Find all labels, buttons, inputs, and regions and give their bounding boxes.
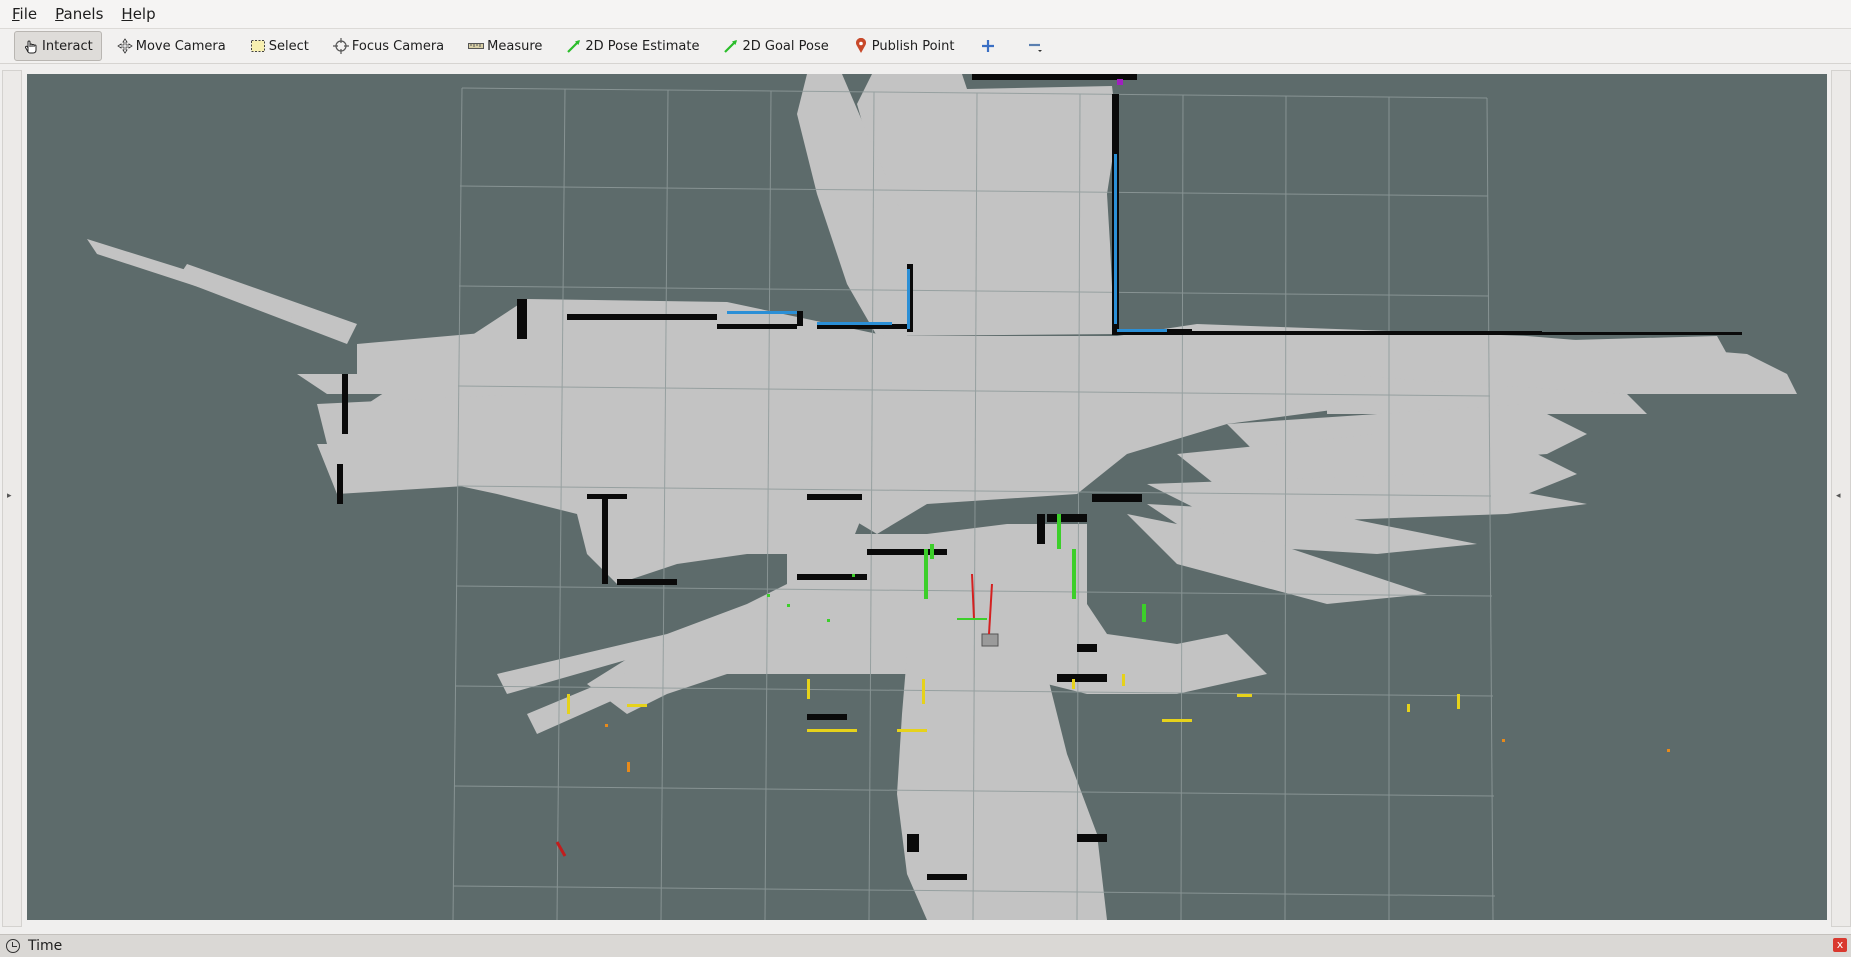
add-tool-button[interactable] xyxy=(969,31,1010,61)
clock-icon xyxy=(6,939,20,953)
magenta-point xyxy=(1117,79,1123,85)
green-arrow-icon xyxy=(723,38,739,54)
move-camera-tool-button[interactable]: Move Camera xyxy=(108,31,235,61)
select-tool-button[interactable]: Select xyxy=(241,31,318,61)
close-icon[interactable]: x xyxy=(1833,938,1847,952)
laser-scan-orange xyxy=(605,724,1670,772)
selection-rect-icon xyxy=(250,38,266,54)
minus-icon xyxy=(1027,38,1043,54)
remove-tool-button[interactable] xyxy=(1016,31,1057,61)
plus-icon xyxy=(980,38,996,54)
free-space xyxy=(87,74,1797,920)
menu-panels[interactable]: Panels xyxy=(49,5,109,23)
measure-tool-button[interactable]: Measure xyxy=(459,31,551,61)
left-dock-handle[interactable]: ▸ xyxy=(2,70,22,927)
crosshair-icon xyxy=(332,38,349,54)
menu-file[interactable]: File xyxy=(6,5,43,23)
goal-pose-tool-button[interactable]: 2D Goal Pose xyxy=(714,31,837,61)
right-collapse-arrow-icon: ◂ xyxy=(1836,491,1841,501)
green-arrow-icon xyxy=(566,38,582,54)
pose-estimate-tool-button[interactable]: 2D Pose Estimate xyxy=(557,31,708,61)
status-bar: Time x xyxy=(0,934,1851,957)
occupancy-map[interactable] xyxy=(27,74,1827,920)
tool-bar: Interact Move Camera Select Focus Camera… xyxy=(0,29,1851,64)
hand-pointer-icon xyxy=(23,38,39,54)
right-dock-handle[interactable]: ◂ xyxy=(1831,70,1851,927)
ruler-icon xyxy=(468,38,485,54)
publish-point-tool-button[interactable]: Publish Point xyxy=(844,31,964,61)
focus-camera-tool-button[interactable]: Focus Camera xyxy=(324,31,453,61)
menu-bar: File Panels Help xyxy=(0,0,1851,29)
menu-help[interactable]: Help xyxy=(115,5,161,23)
interact-tool-button[interactable]: Interact xyxy=(14,31,102,61)
time-panel-tab[interactable]: Time xyxy=(6,938,62,954)
move-arrows-icon xyxy=(117,38,133,54)
time-label: Time xyxy=(28,938,63,954)
render-viewport[interactable] xyxy=(27,74,1827,920)
left-collapse-arrow-icon: ▸ xyxy=(7,491,12,501)
map-pin-icon xyxy=(853,38,869,54)
